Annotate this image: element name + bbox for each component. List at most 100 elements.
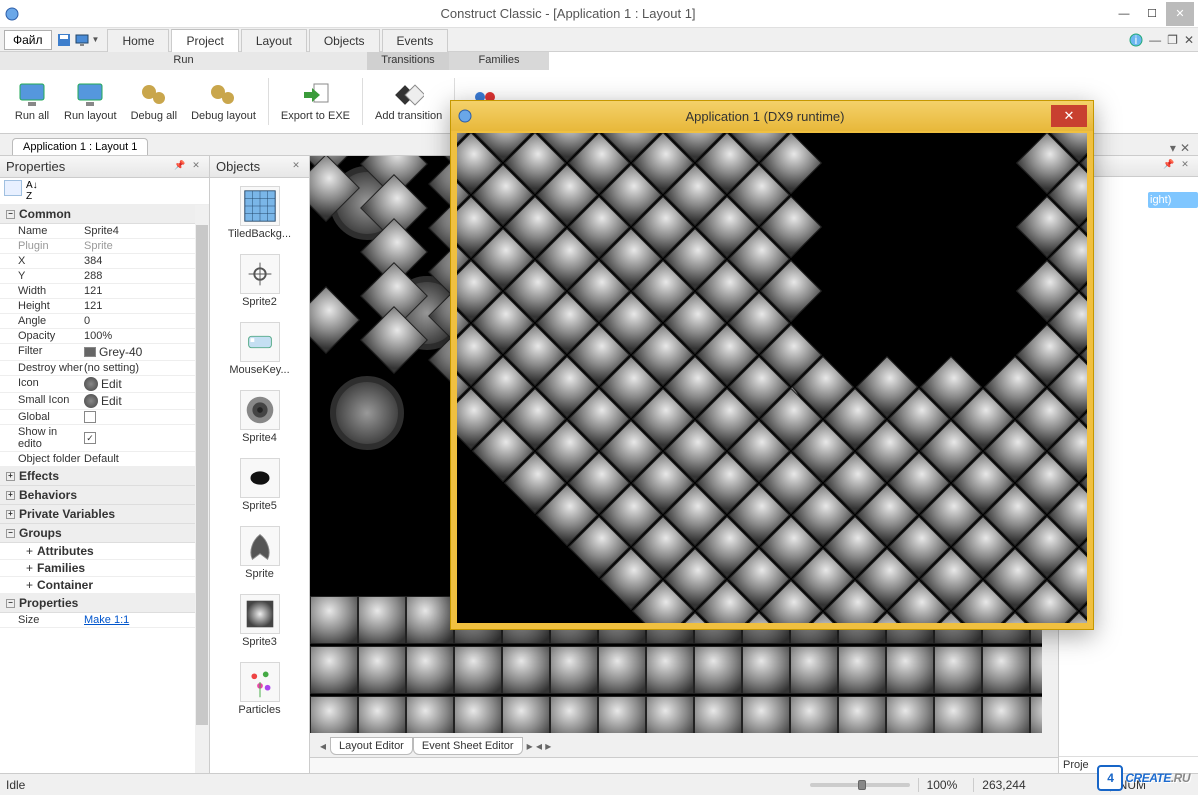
canvas-tile[interactable] bbox=[358, 696, 406, 733]
debug-all-button[interactable]: Debug all bbox=[125, 74, 183, 129]
add-transition-button[interactable]: Add transition bbox=[369, 74, 448, 129]
event-sheet-editor-tab[interactable]: Event Sheet Editor bbox=[413, 737, 523, 755]
prop-x-value[interactable]: 384 bbox=[84, 255, 209, 267]
prop-smallicon-value[interactable]: Edit bbox=[84, 394, 209, 408]
prop-filter-value[interactable]: Grey-40 bbox=[84, 345, 209, 359]
runtime-close-button[interactable]: ✕ bbox=[1051, 105, 1087, 127]
canvas-tile[interactable] bbox=[886, 696, 934, 733]
tab-project[interactable]: Project bbox=[171, 29, 238, 52]
tab-layout[interactable]: Layout bbox=[241, 29, 307, 52]
canvas-tile[interactable] bbox=[310, 596, 358, 644]
object-item[interactable]: TiledBackg... bbox=[210, 182, 309, 250]
prop-angle-value[interactable]: 0 bbox=[84, 315, 209, 327]
canvas-tile[interactable] bbox=[742, 646, 790, 694]
expand-icon[interactable]: + bbox=[26, 578, 33, 592]
tab-nav-left-icon[interactable]: ◂ bbox=[316, 739, 330, 753]
runtime-window[interactable]: Application 1 (DX9 runtime) ✕ bbox=[450, 100, 1094, 630]
run-layout-button[interactable]: Run layout bbox=[58, 74, 123, 129]
object-item[interactable]: Sprite2 bbox=[210, 250, 309, 318]
mdi-restore-icon[interactable]: ❐ bbox=[1167, 33, 1178, 47]
expand-icon[interactable]: + bbox=[6, 491, 15, 500]
canvas-tile[interactable] bbox=[358, 646, 406, 694]
canvas-tile[interactable] bbox=[502, 646, 550, 694]
sort-az-icon[interactable]: A↓Z bbox=[26, 180, 38, 202]
canvas-sprite[interactable] bbox=[330, 376, 404, 450]
object-item[interactable]: Sprite bbox=[210, 522, 309, 590]
maximize-button[interactable]: ☐ bbox=[1138, 2, 1166, 26]
canvas-tile[interactable] bbox=[886, 646, 934, 694]
canvas-tile[interactable] bbox=[982, 646, 1030, 694]
canvas-tile[interactable] bbox=[406, 646, 454, 694]
canvas-tile[interactable] bbox=[790, 646, 838, 694]
canvas-tile[interactable] bbox=[694, 696, 742, 733]
layout-editor-tab[interactable]: Layout Editor bbox=[330, 737, 413, 755]
prop-size-link[interactable]: Make 1:1 bbox=[84, 614, 209, 626]
runtime-titlebar[interactable]: Application 1 (DX9 runtime) ✕ bbox=[451, 101, 1093, 131]
canvas-tile[interactable] bbox=[454, 646, 502, 694]
collapse-icon[interactable]: − bbox=[6, 599, 15, 608]
canvas-tile[interactable] bbox=[934, 696, 982, 733]
expand-icon[interactable]: + bbox=[26, 544, 33, 558]
canvas-tile[interactable] bbox=[934, 646, 982, 694]
prop-opacity-value[interactable]: 100% bbox=[84, 330, 209, 342]
prop-destroy-value[interactable]: (no setting) bbox=[84, 362, 209, 374]
canvas-tile[interactable] bbox=[838, 696, 886, 733]
help-icon[interactable]: i bbox=[1129, 33, 1143, 47]
canvas-tile[interactable] bbox=[1030, 696, 1042, 733]
showeditor-checkbox[interactable]: ✓ bbox=[84, 432, 96, 444]
minimize-button[interactable]: — bbox=[1110, 2, 1138, 26]
tab-events[interactable]: Events bbox=[382, 29, 449, 52]
monitor-icon[interactable] bbox=[74, 32, 90, 48]
pin-icon[interactable]: 📌 bbox=[1162, 159, 1176, 173]
canvas-tile[interactable] bbox=[358, 596, 406, 644]
pin-icon[interactable]: 📌 bbox=[173, 160, 187, 174]
debug-layout-button[interactable]: Debug layout bbox=[185, 74, 262, 129]
canvas-tile[interactable] bbox=[598, 646, 646, 694]
mdi-close-icon[interactable]: ✕ bbox=[1184, 33, 1194, 47]
document-tab[interactable]: Application 1 : Layout 1 bbox=[12, 138, 148, 155]
canvas-tile[interactable] bbox=[790, 696, 838, 733]
close-button[interactable]: ✕ bbox=[1166, 2, 1194, 26]
canvas-tile[interactable] bbox=[406, 596, 454, 644]
canvas-tile[interactable] bbox=[838, 646, 886, 694]
canvas-tile[interactable] bbox=[550, 696, 598, 733]
canvas-tile[interactable] bbox=[310, 696, 358, 733]
collapse-icon[interactable]: − bbox=[6, 210, 15, 219]
dropdown-icon[interactable]: ▾ bbox=[1170, 141, 1176, 155]
prop-icon-value[interactable]: Edit bbox=[84, 377, 209, 391]
global-checkbox[interactable] bbox=[84, 411, 96, 423]
dropdown-icon[interactable]: ▼ bbox=[92, 35, 100, 44]
canvas-tile[interactable] bbox=[982, 696, 1030, 733]
close-icon[interactable]: ✕ bbox=[1178, 159, 1192, 173]
canvas-tile[interactable] bbox=[646, 646, 694, 694]
object-item[interactable]: Sprite5 bbox=[210, 454, 309, 522]
canvas-tile[interactable] bbox=[1030, 646, 1042, 694]
prop-height-value[interactable]: 121 bbox=[84, 300, 209, 312]
object-item[interactable]: Sprite4 bbox=[210, 386, 309, 454]
export-exe-button[interactable]: Export to EXE bbox=[275, 74, 356, 129]
run-all-button[interactable]: Run all bbox=[8, 74, 56, 129]
canvas-tile[interactable] bbox=[406, 696, 454, 733]
canvas-tile[interactable] bbox=[502, 696, 550, 733]
canvas-tile[interactable] bbox=[598, 696, 646, 733]
tab-objects[interactable]: Objects bbox=[309, 29, 380, 52]
close-icon[interactable]: ✕ bbox=[189, 160, 203, 174]
expand-icon[interactable]: + bbox=[6, 472, 15, 481]
canvas-tile[interactable] bbox=[694, 646, 742, 694]
expand-icon[interactable]: + bbox=[26, 561, 33, 575]
canvas-tile[interactable] bbox=[310, 286, 360, 354]
close-icon[interactable]: ✕ bbox=[289, 160, 303, 174]
object-item[interactable]: MouseKey... bbox=[210, 318, 309, 386]
prop-y-value[interactable]: 288 bbox=[84, 270, 209, 282]
canvas-tile[interactable] bbox=[454, 696, 502, 733]
expand-icon[interactable]: + bbox=[6, 510, 15, 519]
prop-width-value[interactable]: 121 bbox=[84, 285, 209, 297]
prop-name-value[interactable]: Sprite4 bbox=[84, 225, 209, 237]
save-icon[interactable] bbox=[56, 32, 72, 48]
runtime-viewport[interactable] bbox=[457, 133, 1087, 623]
canvas-tile[interactable] bbox=[742, 696, 790, 733]
mdi-minimize-icon[interactable]: — bbox=[1149, 33, 1161, 47]
zoom-slider[interactable] bbox=[810, 783, 910, 787]
object-item[interactable]: Particles bbox=[210, 658, 309, 726]
properties-scrollbar[interactable] bbox=[195, 205, 209, 773]
